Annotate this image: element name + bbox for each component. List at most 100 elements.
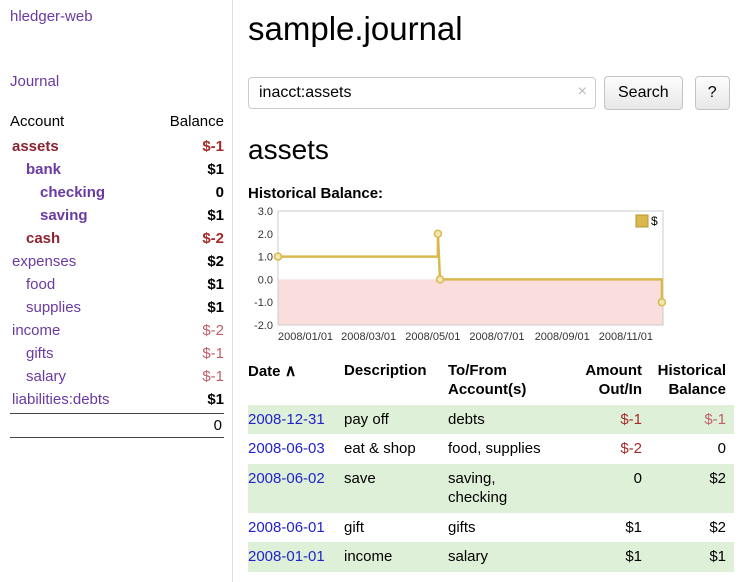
- description-cell: gift: [344, 513, 448, 543]
- description-cell: pay off: [344, 405, 448, 435]
- account-balance: $1: [207, 391, 224, 408]
- accounts-cell: debts: [448, 405, 564, 435]
- accounts-cell: gifts: [448, 513, 564, 543]
- account-link[interactable]: expenses: [10, 253, 76, 270]
- account-balance: $-1: [202, 368, 224, 385]
- column-header-balance: Historical Balance: [650, 360, 734, 405]
- x-axis-tick-label: 2008/01/01: [278, 331, 333, 343]
- account-row: gifts $-1: [10, 342, 224, 365]
- app-title-link[interactable]: hledger-web: [10, 8, 224, 25]
- account-row: bank $1: [10, 158, 224, 181]
- chart-negative-region: [278, 279, 663, 325]
- help-button[interactable]: ?: [695, 76, 730, 110]
- account-balance: $1: [207, 299, 224, 316]
- account-balance: $1: [207, 161, 224, 178]
- sort-ascending-icon: ∧: [285, 363, 297, 380]
- clear-search-icon[interactable]: ×: [578, 83, 587, 101]
- search-input-wrap: ×: [248, 77, 596, 109]
- account-balance: $-1: [202, 138, 224, 155]
- description-cell: save: [344, 464, 448, 513]
- amount-cell: 0: [564, 464, 650, 513]
- chart-marker: [437, 276, 444, 283]
- account-link[interactable]: liabilities:debts: [10, 391, 110, 408]
- account-row: supplies $1: [10, 296, 224, 319]
- y-axis-tick-label: 3.0: [258, 206, 273, 218]
- account-row: liabilities:debts $1: [10, 388, 224, 411]
- account-link[interactable]: saving: [10, 207, 88, 224]
- account-row: expenses$2: [10, 250, 224, 273]
- balance-cell: 0: [650, 434, 734, 464]
- account-link[interactable]: cash: [10, 230, 60, 247]
- accounts-header-balance: Balance: [170, 113, 224, 130]
- nav-journal-link[interactable]: Journal: [10, 73, 224, 90]
- register-header-row: Date ∧ Description To/From Account(s) Am…: [248, 360, 734, 405]
- register-row: 2008-06-01 giftgifts$1$2: [248, 513, 734, 543]
- sidebar: hledger-web Journal Account Balance asse…: [0, 0, 233, 582]
- page-title: sample.journal: [248, 10, 734, 48]
- search-button[interactable]: Search: [604, 76, 683, 110]
- account-link[interactable]: assets: [10, 138, 59, 155]
- account-link[interactable]: supplies: [10, 299, 81, 316]
- amount-cell: $-1: [564, 405, 650, 435]
- amount-cell: $1: [564, 542, 650, 572]
- legend-label: $: [651, 214, 658, 228]
- account-row: salary $-1: [10, 365, 224, 388]
- x-axis-tick-label: 2008/09/01: [535, 331, 590, 343]
- account-balance: 0: [216, 184, 224, 201]
- balance-cell: $2: [650, 464, 734, 513]
- account-row: cash $-2: [10, 227, 224, 250]
- account-link[interactable]: food: [10, 276, 55, 293]
- column-header-amount: Amount Out/In: [564, 360, 650, 405]
- account-row: food $1: [10, 273, 224, 296]
- account-link[interactable]: income: [10, 322, 60, 339]
- x-axis-tick-label: 2008/07/01: [469, 331, 524, 343]
- y-axis-tick-label: 1.0: [258, 252, 273, 264]
- column-header-date[interactable]: Date ∧: [248, 360, 344, 405]
- accounts-cell: food, supplies: [448, 434, 564, 464]
- accounts-cell: salary: [448, 542, 564, 572]
- account-balance: $1: [207, 276, 224, 293]
- chart-marker: [434, 230, 441, 237]
- y-axis-tick-label: -2.0: [254, 320, 273, 332]
- y-axis-tick-label: 2.0: [258, 229, 273, 241]
- account-link[interactable]: gifts: [10, 345, 54, 362]
- search-input[interactable]: [248, 77, 596, 109]
- balance-cell: $2: [650, 513, 734, 543]
- y-axis-tick-label: -1.0: [254, 297, 273, 309]
- account-row: income$-2: [10, 319, 224, 342]
- register-row: 2008-06-02savesaving, checking0$2: [248, 464, 734, 513]
- balance-chart: 3.02.01.00.0-1.0-2.02008/01/012008/03/01…: [248, 205, 672, 347]
- account-row: assets $-1: [10, 135, 224, 158]
- x-axis-tick-label: 2008/03/01: [341, 331, 396, 343]
- chart-title: Historical Balance:: [248, 185, 734, 202]
- register-row: 2008-06-03eat & shopfood, supplies$-20: [248, 434, 734, 464]
- account-link[interactable]: bank: [10, 161, 61, 178]
- transaction-date-link[interactable]: 2008-12-31: [248, 411, 325, 428]
- accounts-table-header: Account Balance: [10, 110, 224, 135]
- amount-cell: $1: [564, 513, 650, 543]
- x-axis-tick-label: 2008/05/01: [405, 331, 460, 343]
- x-axis-tick-label: 2008/11/01: [599, 331, 653, 343]
- search-bar: × Search ?: [248, 76, 734, 110]
- accounts-total-value: 0: [214, 417, 222, 434]
- transaction-date-link[interactable]: 2008-06-02: [248, 470, 325, 487]
- account-balance: $-1: [202, 345, 224, 362]
- transaction-date-link[interactable]: 2008-01-01: [248, 548, 325, 565]
- column-header-description: Description: [344, 360, 448, 405]
- transaction-date-link[interactable]: 2008-06-01: [248, 519, 325, 536]
- balance-cell: $1: [650, 542, 734, 572]
- register-row: 2008-12-31pay offdebts$-1$-1: [248, 405, 734, 435]
- account-link[interactable]: salary: [10, 368, 66, 385]
- chart-marker: [658, 299, 665, 306]
- accounts-table: Account Balance assets $-1 bank $1 checking 0…: [10, 110, 224, 438]
- account-row: saving $1: [10, 204, 224, 227]
- chart-marker: [275, 253, 282, 260]
- account-link[interactable]: checking: [10, 184, 105, 201]
- description-cell: eat & shop: [344, 434, 448, 464]
- account-heading: assets: [248, 134, 734, 166]
- account-balance: $1: [207, 207, 224, 224]
- description-cell: income: [344, 542, 448, 572]
- transaction-date-link[interactable]: 2008-06-03: [248, 440, 325, 457]
- account-balance: $-2: [202, 230, 224, 247]
- accounts-rows: assets $-1 bank $1 checking 0 saving $1 cash $-2 e…: [10, 135, 224, 411]
